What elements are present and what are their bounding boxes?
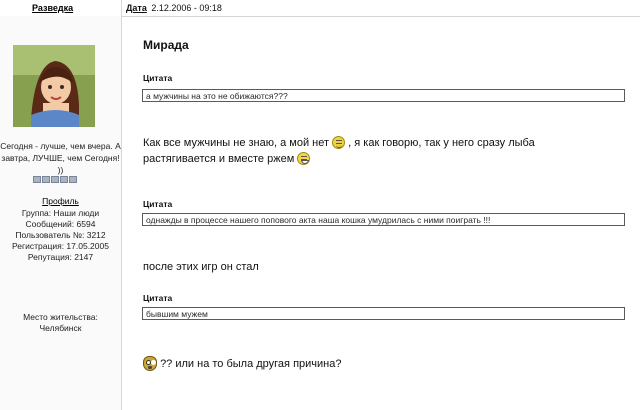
post-body: Мирада Цитата а мужчины на это не обижаю… xyxy=(122,16,640,410)
post-date: Дата 2.12.2006 - 09:18 xyxy=(126,3,222,13)
rank-stars xyxy=(33,176,77,183)
quote-label: Цитата xyxy=(143,293,173,303)
quote-box: а мужчины на это не обижаются??? xyxy=(142,89,625,102)
user-sidebar: Сегодня - лучше, чем вчера. А завтра, ЛУ… xyxy=(0,16,121,410)
user-registered: Регистрация: 17.05.2005 xyxy=(12,241,109,251)
rank-star-icon xyxy=(60,176,68,183)
date-value: 2.12.2006 - 09:18 xyxy=(151,3,222,13)
post-header: Разведка Дата 2.12.2006 - 09:18 xyxy=(0,0,640,17)
user-status-text: Сегодня - лучше, чем вчера. А завтра, ЛУ… xyxy=(0,141,121,175)
quote-label: Цитата xyxy=(143,199,173,209)
location-label: Место жительства: xyxy=(23,312,98,322)
quote-box: однажды в процессе нашего попового акта … xyxy=(142,213,625,226)
user-avatar xyxy=(13,45,95,127)
post-text-line: после этих игр он стал xyxy=(143,261,259,273)
date-label-link[interactable]: Дата xyxy=(126,3,147,13)
quote-label: Цитата xyxy=(143,73,173,83)
quoted-username: Мирада xyxy=(143,38,189,52)
quote-box: бывшим мужем xyxy=(142,307,625,320)
user-info: Группа: Наши люди Сообщений: 6594 Пользо… xyxy=(0,208,121,263)
text-segment: , я как говорю, так у него сразу лыба xyxy=(348,137,535,149)
author-name-link[interactable]: Разведка xyxy=(32,3,73,13)
post-text-line: растягивается и вместе ржем xyxy=(143,151,311,167)
rank-star-icon xyxy=(69,176,77,183)
smile-icon xyxy=(332,136,346,149)
profile-link[interactable]: Профиль xyxy=(0,196,121,206)
owl-icon xyxy=(143,356,157,371)
post-text-line: Как все мужчины не знаю, а мой нет , я к… xyxy=(143,135,535,151)
avatar-image xyxy=(13,45,95,127)
post-text-line: ?? или на то была другая причина? xyxy=(143,356,341,372)
text-segment: ?? или на то была другая причина? xyxy=(160,358,342,370)
rank-star-icon xyxy=(42,176,50,183)
user-messages: Сообщений: 6594 xyxy=(25,219,96,229)
grin-icon xyxy=(297,152,311,165)
text-segment: Как все мужчины не знаю, а мой нет xyxy=(143,137,330,149)
location-value: Челябинск xyxy=(39,323,82,333)
text-segment: растягивается и вместе ржем xyxy=(143,153,295,165)
rank-star-icon xyxy=(33,176,41,183)
user-group: Группа: Наши люди xyxy=(21,208,100,218)
user-location: Место жительства: Челябинск xyxy=(0,312,121,334)
user-reputation: Репутация: 2147 xyxy=(27,252,94,262)
user-number: Пользователь №: 3212 xyxy=(15,230,106,240)
rank-star-icon xyxy=(51,176,59,183)
